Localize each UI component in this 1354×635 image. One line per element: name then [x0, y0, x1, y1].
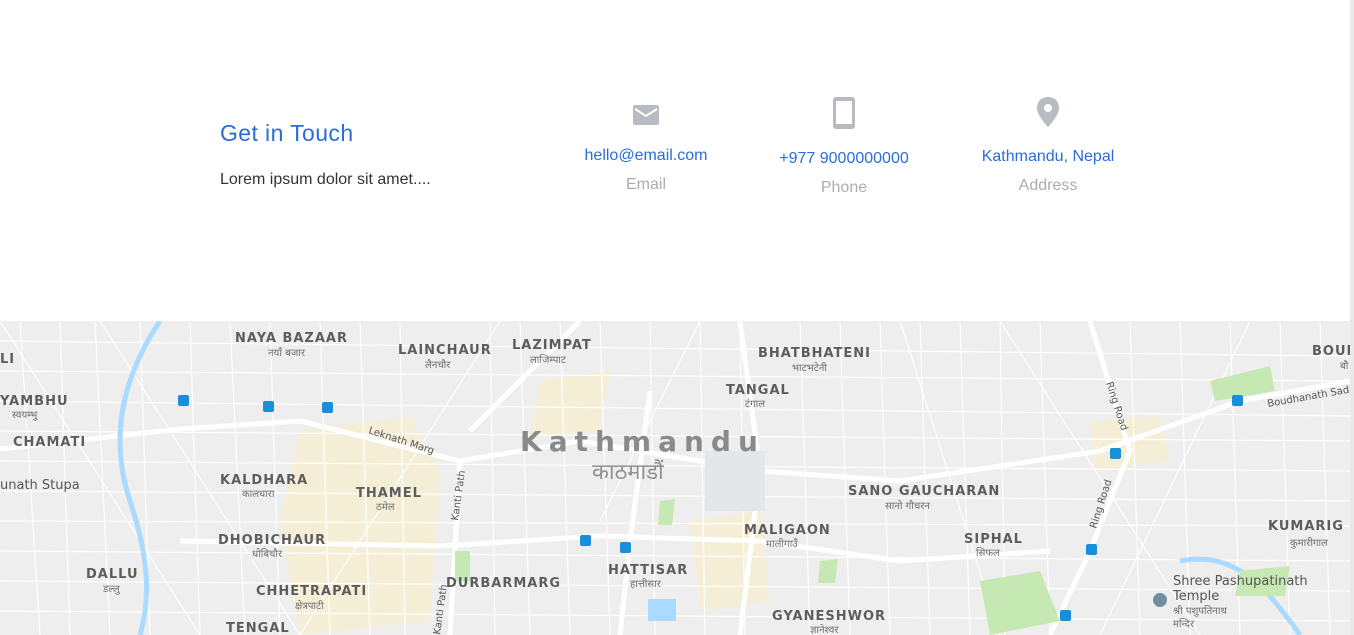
map-block [705, 451, 765, 511]
map-area-label: DALLU [86, 567, 139, 582]
mobile-phone-icon [833, 97, 855, 129]
email-link[interactable]: hello@email.com [546, 147, 746, 165]
address-link[interactable]: Kathmandu, Nepal [948, 148, 1148, 166]
map-area-local-label: टंगाल [745, 398, 765, 410]
map-area-local-label: ठमेल [376, 501, 395, 513]
map-area-label: YAMBHU [0, 394, 69, 409]
map-area-local-label: लाजिम्पाट [530, 354, 567, 366]
map-area-local-label: बौ [1340, 360, 1349, 372]
map-area-local-label: स्वयम्भु [12, 410, 38, 421]
contact-address: Kathmandu, Nepal Address [948, 96, 1148, 195]
map-area-local-label: धोबिचौर [252, 548, 283, 560]
map-area-local-label: डल्लु [102, 584, 121, 595]
map-city-local-label: काठमाडौं [592, 459, 664, 485]
map-area-local-label: भाटभटेनी [792, 362, 827, 374]
map-area-label: LAZIMPAT [512, 338, 592, 353]
park [818, 559, 838, 583]
contact-description: Lorem ipsum dolor sit amet.... [220, 171, 431, 188]
map-area-label: CHHETRAPATI [256, 584, 367, 599]
embedded-map[interactable]: Kathmandu काठमाडौं NAYA BAZAAR नयाँ बजार… [0, 321, 1350, 635]
map-area-local-label: कालधारा [242, 489, 275, 500]
place-local-label: मन्दिर [1173, 618, 1195, 630]
place-label: unath Stupa [0, 478, 80, 493]
map-area-label: LI [0, 352, 15, 367]
place-label: Temple [1172, 589, 1219, 604]
map-city-label: Kathmandu [520, 425, 765, 458]
phone-link[interactable]: +977 9000000000 [744, 150, 944, 168]
map-area-label: TENGAL [226, 621, 290, 635]
place-label: Shree Pashupatinath [1173, 574, 1308, 589]
map-area-local-label: हात्तीसार [630, 578, 662, 590]
address-label: Address [1018, 177, 1078, 194]
map-area-local-label: ज्ञानेश्वर [810, 624, 839, 635]
map-area-label: HATTISAR [608, 563, 688, 578]
map-area-local-label: मालीगाउँ [766, 538, 798, 550]
map-area-label: DHOBICHAUR [218, 533, 326, 548]
place-local-label: श्री पशुपतिनाथ [1173, 605, 1227, 617]
contact-section: Get in Touch Lorem ipsum dolor sit amet.… [0, 0, 1350, 321]
map-area-label: CHAMATI [13, 435, 86, 450]
map-area-label: THAMEL [356, 486, 422, 501]
map-area-label: DURBARMARG [446, 576, 561, 591]
map-area-local-label: कुमारीगाल [1290, 537, 1328, 549]
envelope-icon [633, 105, 659, 125]
map-canvas[interactable]: Kathmandu काठमाडौं NAYA BAZAAR नयाँ बजार… [0, 321, 1350, 635]
pond [648, 599, 676, 621]
map-area-label: BOUD [1312, 344, 1350, 359]
email-label: Email [625, 176, 666, 193]
temple-pin-icon[interactable] [1153, 593, 1167, 607]
map-area-label: BHATBHATENI [758, 346, 871, 361]
map-area-local-label: सानो गौचरन [885, 500, 930, 512]
map-area-local-label: सिफल [976, 547, 1000, 559]
map-area-label: KUMARIG [1268, 519, 1344, 534]
contact-phone: +977 9000000000 Phone [744, 96, 944, 197]
map-area-local-label: नयाँ बजार [268, 347, 306, 359]
map-area-label: MALIGAON [744, 523, 831, 538]
map-area-label: KALDHARA [220, 473, 308, 488]
page-scroll-edge [1350, 0, 1354, 635]
map-area-label: TANGAL [726, 383, 790, 398]
map-area-label: GYANESHWOR [772, 609, 886, 624]
contact-email: hello@email.com Email [546, 103, 746, 194]
map-area-local-label: लैनचौर [425, 359, 451, 371]
contact-title: Get in Touch [220, 120, 354, 146]
map-area-label: SIPHAL [964, 532, 1023, 547]
map-area-label: NAYA BAZAAR [235, 331, 348, 346]
map-area-label: LAINCHAUR [398, 343, 492, 358]
map-area-local-label: क्षेत्रपाटी [295, 600, 324, 612]
map-pin-icon [1037, 97, 1059, 127]
phone-label: Phone [820, 179, 868, 196]
map-area-label: SANO GAUCHARAN [848, 484, 1000, 499]
